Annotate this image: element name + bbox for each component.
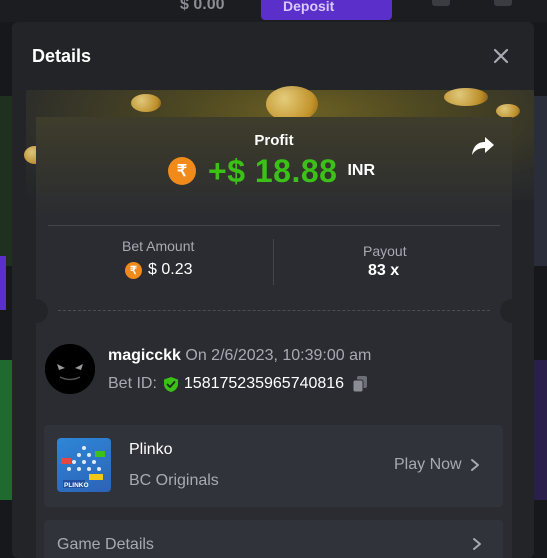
- payout-label: Payout: [363, 243, 407, 259]
- bet-datetime: On 2/6/2023, 10:39:00 am: [185, 347, 372, 364]
- deposit-label: Deposit: [283, 0, 335, 14]
- modal-title: Details: [32, 46, 92, 66]
- rupee-coin-icon: ₹: [125, 261, 142, 279]
- close-icon: [493, 48, 509, 64]
- bet-details-modal: Details Profit ₹ +$ 18.88 INR Bet Amount…: [12, 22, 534, 558]
- profit-label: Profit: [254, 132, 294, 149]
- rupee-coin-icon: ₹: [168, 157, 196, 185]
- bet-amount-label: Bet Amount: [122, 238, 195, 254]
- background-card: [533, 360, 547, 500]
- ticket-notch: [24, 299, 48, 323]
- coin-decoration: [131, 94, 161, 112]
- play-now-button[interactable]: Play Now: [394, 456, 480, 474]
- background-deposit-button: Deposit: [261, 0, 392, 20]
- background-icon: [432, 0, 450, 6]
- game-provider: BC Originals: [129, 472, 219, 489]
- username[interactable]: magicckk: [108, 347, 181, 364]
- background-card: [0, 360, 12, 500]
- chevron-right-icon: [470, 459, 479, 471]
- verified-shield-icon: [163, 376, 178, 392]
- close-button[interactable]: [490, 45, 512, 67]
- coin-decoration: [444, 88, 488, 106]
- bet-id-value: 158175235965740816: [183, 375, 345, 392]
- background-balance: $ 0.00: [180, 0, 225, 13]
- plinko-logo: PLINKO: [61, 446, 105, 489]
- bet-amount-value: $ 0.23: [148, 261, 193, 278]
- play-now-label: Play Now: [394, 456, 462, 473]
- game-details-label: Game Details: [57, 536, 154, 553]
- game-details-row[interactable]: Game Details: [44, 520, 503, 558]
- bet-amount-row: ₹ $ 0.23: [125, 261, 192, 279]
- background-icon: [494, 0, 512, 6]
- plinko-thumbnail: PLINKO: [57, 438, 111, 492]
- payout-value: 83 x: [368, 262, 400, 279]
- game-row[interactable]: PLINKO Plinko BC Originals Play Now: [44, 425, 503, 507]
- dashed-separator: [58, 310, 490, 311]
- profit-row: ₹ +$ 18.88 INR: [168, 151, 375, 191]
- plinko-thumb-text: PLINKO: [64, 482, 89, 489]
- ticket-notch: [500, 299, 524, 323]
- avatar-image: [45, 344, 95, 394]
- bet-card: Profit ₹ +$ 18.88 INR Bet Amount ₹ $ 0.2…: [24, 117, 524, 558]
- share-button[interactable]: [470, 135, 496, 157]
- copy-icon[interactable]: [352, 375, 368, 393]
- coin-decoration: [496, 104, 520, 118]
- divider: [48, 225, 500, 226]
- bet-id-label: Bet ID:: [108, 375, 157, 392]
- divider: [273, 239, 274, 285]
- profit-currency: INR: [347, 162, 376, 179]
- background-banner: [533, 96, 547, 266]
- share-icon: [472, 137, 494, 155]
- background-banner: [0, 256, 6, 310]
- bet-id-row: Bet ID: 158175235965740816: [108, 375, 368, 393]
- profit-value: +$ 18.88: [208, 152, 338, 189]
- avatar[interactable]: [45, 344, 95, 394]
- user-line: magicckk On 2/6/2023, 10:39:00 am: [108, 347, 371, 365]
- background-banner: [0, 96, 12, 266]
- chevron-right-icon: [473, 538, 481, 550]
- game-name: Plinko: [129, 441, 173, 458]
